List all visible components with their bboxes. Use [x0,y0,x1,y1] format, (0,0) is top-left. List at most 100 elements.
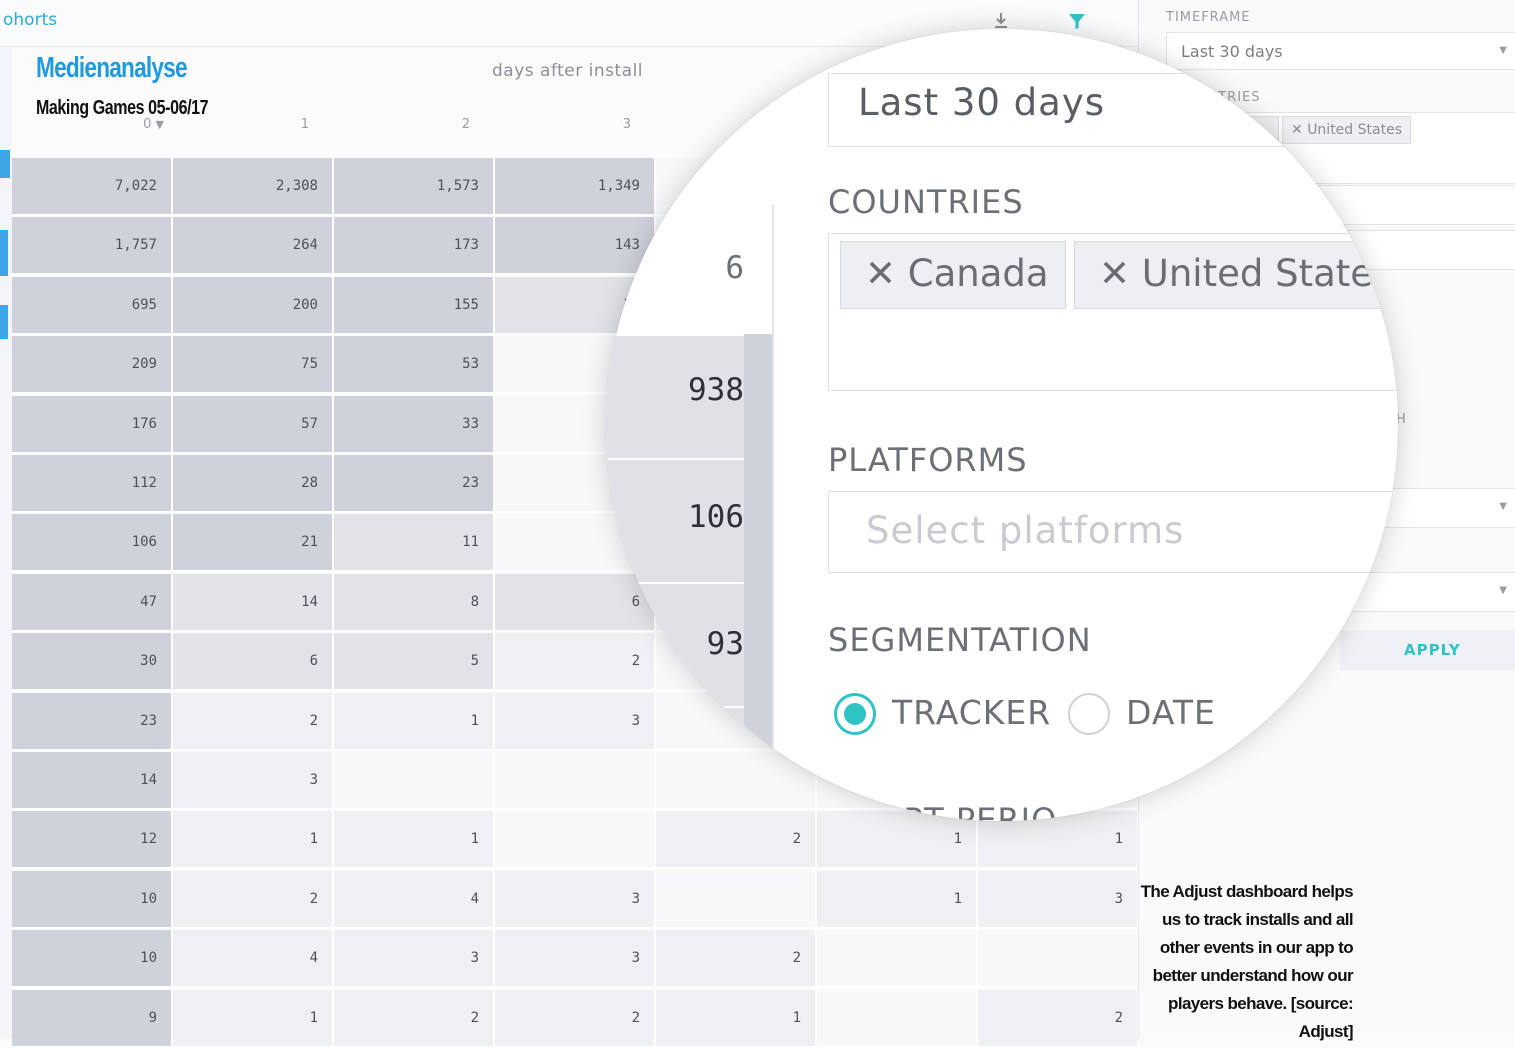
column-header-3[interactable]: 3 [471,117,631,132]
left-edge-mark [0,230,8,276]
table-cell: 23 [12,692,173,751]
radio-date[interactable] [1068,693,1110,735]
table-cell: 57 [173,395,334,454]
table-cell: 14 [12,752,173,810]
caret-down-icon: ▼ [1499,585,1507,596]
table-cell: 2 [656,930,817,989]
table-cell: 173 [334,217,495,276]
table-cell: 2 [173,692,334,751]
table-cell: 2 [173,870,334,929]
caret-down-icon: ▼ [1499,501,1507,512]
caret-down-icon: ▼ [1499,45,1507,56]
tab-cohorts[interactable]: ohorts [3,10,57,30]
left-edge-mark [0,305,8,339]
table-cell: 5 [334,633,495,692]
table-cell: 3 [495,930,656,989]
table-cell [978,930,1139,989]
table-cell: 3 [495,870,656,929]
magnified-value: 106 [688,499,744,535]
table-cell: 1 [334,811,495,870]
table-cell: 1 [334,692,495,751]
magnified-countries-label: COUNTRIES [828,183,1024,221]
image-caption: The Adjust dashboard helps us to track i… [1140,882,1354,1041]
country-tag-label: United State [1141,252,1374,295]
magnified-column: 6 938 106 93 [606,204,774,821]
magnified-cell [606,708,744,821]
table-cell: 23 [334,455,495,513]
timeframe-select[interactable]: Last 30 days ▼ [1166,32,1515,70]
table-cell: 11 [334,514,495,573]
table-cell: 155 [334,276,495,335]
left-edge-mark [0,150,10,178]
table-cell: 4 [334,870,495,929]
table-cell: 28 [173,455,334,513]
table-cell: 8 [334,573,495,632]
table-cell: 112 [12,455,173,513]
radio-date-label: DATE [1126,693,1216,732]
table-cell: 200 [173,276,334,335]
magnified-stripe [744,334,774,821]
table-cell: 33 [334,395,495,454]
table-cell: 1,573 [334,158,495,216]
magnified-value: 6 [725,250,744,286]
table-cell: 264 [173,217,334,276]
table-cell [334,752,495,810]
table-cell: 2 [495,989,656,1048]
column-header-2[interactable]: 2 [310,117,470,132]
table-cell: 53 [334,336,495,395]
country-tag-label: Canada [907,252,1049,295]
magnified-country-tag[interactable]: ✕ United State [1074,241,1394,309]
table-group-header: days after install [492,61,644,81]
apply-button-label: APPLY [1404,641,1461,659]
timeframe-label: TIMEFRAME [1166,10,1251,25]
column-header-0[interactable]: 0 ▼ [12,117,164,132]
table-cell: 1 [173,811,334,870]
table-cell: 10 [12,870,173,929]
table-cell: 176 [12,395,173,454]
table-cell: 2 [334,989,495,1048]
table-cell: 3 [173,752,334,810]
table-cell: 1 [173,989,334,1048]
table-cell: 695 [12,276,173,335]
close-icon[interactable]: ✕ [1099,252,1142,295]
table-cell: 106 [12,514,173,573]
magnified-platforms-label: PLATFORMS [828,441,1028,479]
filter-icon[interactable] [1064,8,1090,34]
magnified-country-tag[interactable]: ✕ Canada [840,241,1066,309]
radio-tracker[interactable] [834,693,876,735]
magnified-value: 93 [706,626,744,662]
table-cell: 14 [173,573,334,632]
table-cell: 1 [656,989,817,1048]
magnifier-lens: 6 938 106 93 Last 30 days COUNTRIES ✕ Ca… [606,29,1398,821]
column-header-1[interactable]: 1 [149,117,309,132]
magnified-divider [772,204,774,821]
table-cell: 3 [334,930,495,989]
table-cell: 12 [12,811,173,870]
table-cell: 2,308 [173,158,334,216]
magnified-timeframe-value: Last 30 days [858,81,1106,124]
table-cell: 4 [173,930,334,989]
magnified-segmentation-label: SEGMENTATION [828,621,1092,659]
table-cell [817,930,978,989]
table-cell: 6 [173,633,334,692]
table-cell: 75 [173,336,334,395]
table-cell [817,989,978,1048]
table-cell: 47 [12,573,173,632]
table-cell: 1 [817,870,978,929]
table-cell: 3 [978,870,1139,929]
table-cell: 21 [173,514,334,573]
table-cell: 30 [12,633,173,692]
magnified-cohort-period-label: HORT PERIO [852,801,1058,821]
table-cell: 209 [12,336,173,395]
timeframe-value: Last 30 days [1181,42,1283,61]
table-cell: 7,022 [12,158,173,216]
radio-tracker-label: TRACKER [892,693,1052,732]
table-cell [656,870,817,929]
table-cell: 2 [978,989,1139,1048]
close-icon[interactable]: ✕ [865,252,908,295]
table-cell: 10 [12,930,173,989]
table-cell: 9 [12,989,173,1048]
magazine-title: Medienanalyse [36,52,188,84]
magnified-value: 938 [688,372,744,408]
platforms-placeholder: Select platforms [866,509,1185,552]
